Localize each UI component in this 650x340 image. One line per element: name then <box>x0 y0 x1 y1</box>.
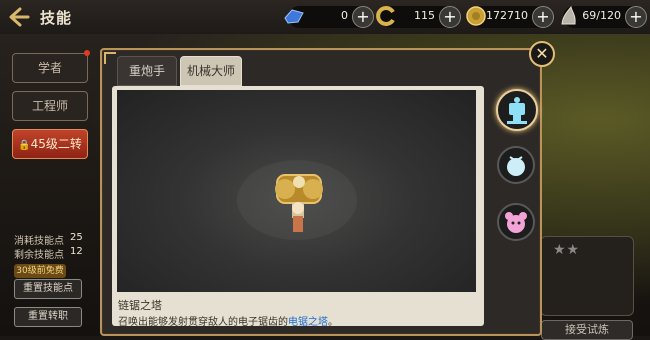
stat-label: 剩余技能点 <box>14 250 64 261</box>
blue-gem-value: 0 <box>341 9 348 22</box>
free-before-30-badge: 30级前免费 <box>14 264 66 278</box>
page-title: 技能 <box>40 9 73 27</box>
sidebar-item-label: 45级二转 <box>30 137 82 151</box>
add-gold-coin-button[interactable]: + <box>532 6 554 28</box>
skill-bomb-icon[interactable] <box>497 146 535 184</box>
resource-blue-gem: 0 + <box>284 6 374 28</box>
tab-heavy-gunner[interactable]: 重炮手 <box>117 56 177 86</box>
sidebar-item-second-job[interactable]: 🔒45级二转 <box>12 129 88 159</box>
skill-name: 链锯之塔 <box>118 299 162 312</box>
lock-icon: 🔒 <box>18 140 31 151</box>
close-icon[interactable]: ✕ <box>529 41 555 67</box>
gold-swirl-value: 115 <box>414 9 435 22</box>
add-gold-swirl-button[interactable]: + <box>439 6 461 28</box>
accept-trial-button[interactable]: 接受试炼 <box>541 320 633 340</box>
skill-preview-video <box>117 90 476 292</box>
skill-desc-text: 召唤出能够发射贯穿敌人的电子锯齿的 <box>118 317 288 328</box>
stamina-value: 69/120 <box>582 9 621 22</box>
sidebar-item-engineer[interactable]: 工程师 <box>12 91 88 121</box>
skill-desc-highlight: 电锯之塔 <box>288 317 328 328</box>
stamina-icon <box>557 4 581 28</box>
resource-gold-coin: 172710 + <box>466 6 554 28</box>
notification-dot <box>84 50 90 56</box>
chainsaw-tower-sprite <box>237 160 357 240</box>
blue-gem-icon <box>282 4 306 28</box>
reset-job-button[interactable]: 重置转职 <box>14 307 82 327</box>
gold-coin-icon <box>464 4 488 28</box>
tab-mechanic-master[interactable]: 机械大师 <box>180 56 242 86</box>
reset-skill-points-button[interactable]: 重置技能点 <box>14 279 82 299</box>
add-stamina-button[interactable]: + <box>625 6 647 28</box>
resource-gold-swirl: 115 + <box>376 6 461 28</box>
sidebar-item-scholar[interactable]: 学者 <box>12 53 88 83</box>
stat-used-points: 消耗技能点 25 <box>14 232 83 247</box>
skill-description: 召唤出能够发射贯穿敌人的电子锯齿的电锯之塔。 <box>118 313 338 328</box>
skill-tower-icon[interactable] <box>496 89 538 131</box>
stat-remaining-points: 剩余技能点 12 <box>14 246 83 261</box>
skill-bear-icon[interactable] <box>497 203 535 241</box>
back-arrow-icon[interactable] <box>8 7 30 27</box>
skill-desc-end: 。 <box>328 317 338 328</box>
top-bar: 技能 0 + 115 + 172710 + 69/120 + <box>0 0 650 34</box>
stat-value: 12 <box>70 246 83 257</box>
rating-stars: ★★ <box>553 242 581 258</box>
add-blue-gem-button[interactable]: + <box>352 6 374 28</box>
gold-swirl-icon <box>375 4 399 28</box>
resource-stamina: 69/120 + <box>561 5 647 28</box>
stat-value: 25 <box>70 232 83 243</box>
gold-coin-value: 172710 <box>486 9 528 22</box>
frame-corner <box>104 52 116 64</box>
